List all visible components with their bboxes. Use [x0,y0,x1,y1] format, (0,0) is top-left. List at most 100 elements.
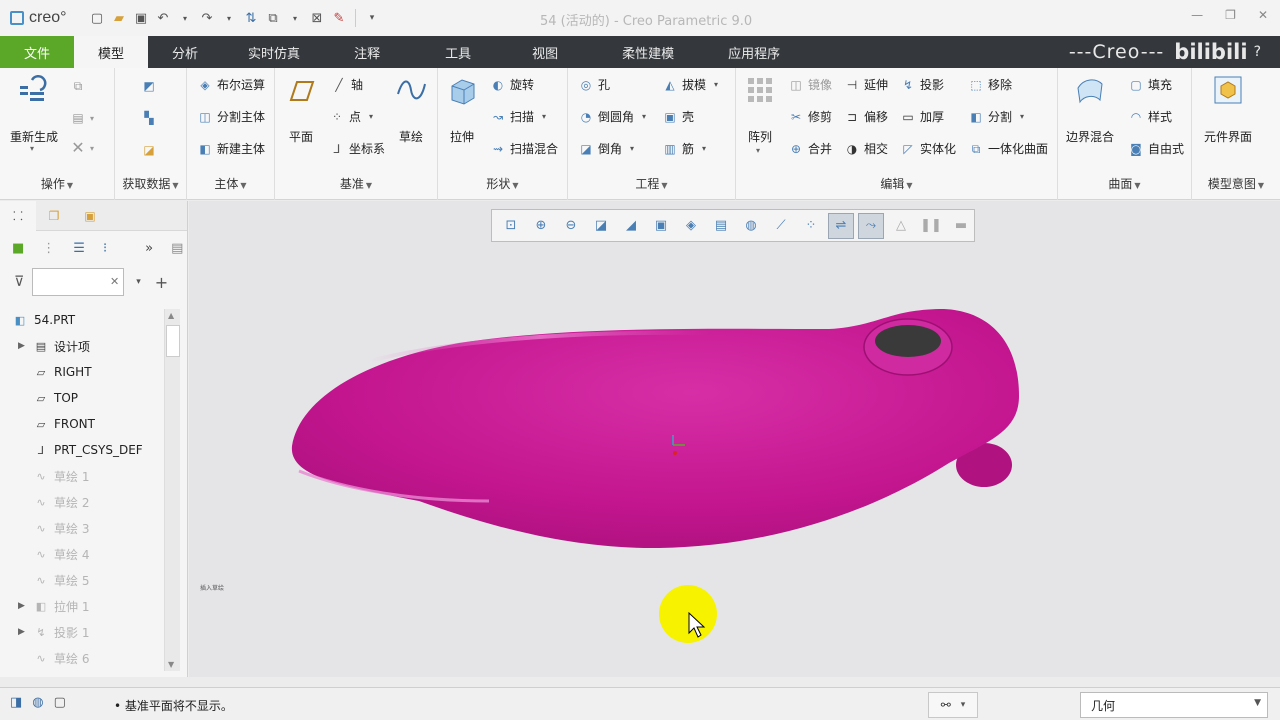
new-body-button[interactable]: ◧ 新建主体 [197,140,265,157]
close-window-icon[interactable]: ⊠ [308,9,326,27]
freestyle-button[interactable]: ◙ 自由式 [1128,140,1184,157]
tree-item-extrude-1[interactable]: ▶ ◧ 拉伸 1 [0,593,166,619]
sketch-label[interactable]: 草绘 [399,128,423,145]
tab-tools[interactable]: 工具 [408,36,496,68]
group-editing-label[interactable]: 编辑 ▼ [736,175,1057,192]
chevron-down-icon[interactable]: ▼ [1254,698,1261,708]
tree-item-project-1[interactable]: ▶ ↯ 投影 1 [0,619,166,645]
paste-icon[interactable]: ▤ ▾ [70,110,94,126]
boolean-button[interactable]: ◈ 布尔运算 [197,76,265,93]
pattern-icon[interactable] [744,74,776,106]
extrude-label[interactable]: 拉伸 [450,128,474,145]
merge-button[interactable]: ⊕ 合并 [788,140,832,157]
folder-browser-tab-icon[interactable]: ❐ [36,201,72,231]
draft-button[interactable]: ◭ 拔模 ▾ [662,76,718,93]
full-screen-icon[interactable]: ▢ [54,695,66,710]
minimize-icon[interactable]: — [1191,8,1203,22]
maximize-icon[interactable]: ❐ [1225,8,1236,22]
thicken-button[interactable]: ▭ 加厚 [900,108,944,125]
expand-icon[interactable]: ▶ [18,341,25,351]
windows-icon[interactable]: ⧉ [264,9,282,27]
group-datum-label[interactable]: 基准 ▼ [275,175,437,192]
tree-columns-icon[interactable]: ☰ [73,241,85,256]
notes-icon[interactable]: ▤ [171,241,183,256]
group-body-label[interactable]: 主体 ▼ [187,175,274,192]
point-button[interactable]: ⁘ 点 ▾ [329,108,373,125]
boundary-blend-label[interactable]: 边界混合 [1066,128,1114,145]
revolve-button[interactable]: ◐ 旋转 [490,76,534,93]
remove-button[interactable]: ⬚ 移除 [968,76,1012,93]
tab-view[interactable]: 视图 [496,36,596,68]
tree-item-sketch-1[interactable]: ∿ 草绘 1 [0,463,166,489]
undo-dropdown-icon[interactable]: ▾ [176,9,194,27]
regenerate-label[interactable]: 重新生成 [10,128,58,145]
tree-settings-icon[interactable]: ⁝ [103,241,107,256]
customize-qat-icon[interactable]: ▾ [363,9,381,27]
shrinkwrap-icon[interactable]: ▚ [141,110,161,126]
find-dropdown-icon[interactable]: ▾ [961,700,966,710]
tree-item-design-items[interactable]: ▶ ▤ 设计项 [0,333,166,359]
close-icon[interactable]: ✕ [1258,8,1268,22]
browser-toggle-icon[interactable]: ◍ [32,695,43,710]
swept-blend-button[interactable]: ⇝ 扫描混合 [490,140,558,157]
extend-button[interactable]: ⊣ 延伸 [844,76,888,93]
group-model-intent-label[interactable]: 模型意图 ▼ [1192,175,1280,192]
redo-icon[interactable]: ↷ [198,9,216,27]
tree-item-right-plane[interactable]: ▱ RIGHT [0,359,166,385]
selection-filter-select[interactable]: 几何 ▼ [1080,692,1268,718]
unify-surfaces-button[interactable]: ⧉ 一体化曲面 [968,140,1048,157]
axis-button[interactable]: ╱ 轴 [331,76,363,93]
pattern-dropdown-icon[interactable]: ▾ [756,146,760,155]
new-file-icon[interactable]: ▢ [88,9,106,27]
help-icon[interactable]: ? [1254,44,1262,60]
fill-button[interactable]: ▢ 填充 [1128,76,1172,93]
regenerate-icon[interactable] [16,74,48,106]
3d-model[interactable] [189,201,1280,677]
plane-label[interactable]: 平面 [289,128,313,145]
graphics-viewport[interactable]: ⊡ ⊕ ⊖ ◪ ◢ ▣ ◈ ▤ ◍ ⟋ ⁘ ⇌ ⤳ △ ❚❚ ▬ 插入草绘 [189,201,1280,677]
clear-filter-icon[interactable]: ✕ [110,275,119,288]
tree-item-sketch-3[interactable]: ∿ 草绘 3 [0,515,166,541]
windows-dropdown-icon[interactable]: ▾ [286,9,304,27]
save-icon[interactable]: ▣ [132,9,150,27]
regenerate-dropdown-icon[interactable]: ▾ [30,144,34,153]
sketch-icon[interactable] [395,74,427,106]
csys-button[interactable]: ⅃ 坐标系 [329,140,385,157]
model-tree-tab-icon[interactable]: ⸬ [0,200,36,231]
chamfer-button[interactable]: ◪ 倒角 ▾ [578,140,634,157]
rib-button[interactable]: ▥ 筋 ▾ [662,140,706,157]
tree-item-sketch-5[interactable]: ∿ 草绘 5 [0,567,166,593]
expand-icon[interactable]: ▶ [18,601,25,611]
round-button[interactable]: ◔ 倒圆角 ▾ [578,108,646,125]
tab-analysis[interactable]: 分析 [148,36,222,68]
solidify-button[interactable]: ◸ 实体化 [900,140,956,157]
scroll-up-icon[interactable]: ▲ [168,311,174,320]
mirror-button[interactable]: ◫ 镜像 [788,76,832,93]
open-folder-icon[interactable]: ▰ [110,9,128,27]
add-icon[interactable]: + [155,273,168,292]
pattern-label[interactable]: 阵列 [748,128,772,145]
filter-icon[interactable]: ⊽ [14,274,24,290]
tree-item-part[interactable]: ◧ 54.PRT [0,307,166,333]
split-button[interactable]: ◧ 分割 ▾ [968,108,1024,125]
favorites-tab-icon[interactable]: ▣ [72,201,108,231]
plane-icon[interactable] [283,74,315,106]
scroll-thumb[interactable] [166,325,180,357]
tab-live-simulation[interactable]: 实时仿真 [222,36,328,68]
tree-filter-input[interactable]: ✕ [32,268,125,296]
group-shapes-label[interactable]: 形状 ▼ [438,175,567,192]
find-button[interactable]: ⚯ ▾ [928,692,978,718]
tree-item-csys[interactable]: ⅃ PRT_CSYS_DEF [0,437,166,463]
tab-applications[interactable]: 应用程序 [702,36,806,68]
group-operations-label[interactable]: 操作 ▼ [0,175,114,192]
component-interface-label[interactable]: 元件界面 [1204,128,1252,145]
hole-button[interactable]: ◎ 孔 [578,76,610,93]
regenerate-icon[interactable]: ⇅ [242,9,260,27]
more-icon[interactable]: » [145,241,153,256]
navigator-toggle-icon[interactable]: ◨ [10,695,22,710]
show-icon[interactable]: ■ [12,241,24,256]
group-engineering-label[interactable]: 工程 ▼ [568,175,735,192]
group-get-data-label[interactable]: 获取数据 ▼ [115,175,186,192]
copy-geometry-icon[interactable]: ◩ [141,78,161,94]
user-defined-feature-icon[interactable]: ◪ [141,142,161,158]
